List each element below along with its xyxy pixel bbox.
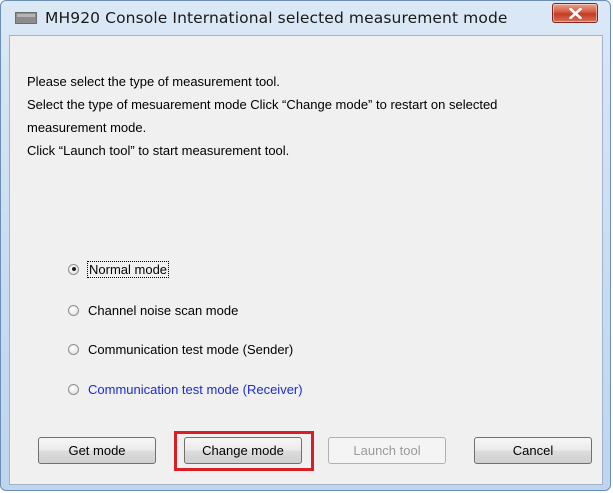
instruction-line-2: Select the type of mesuarement mode Clic… xyxy=(27,97,498,112)
title-bar[interactable]: MH920 Console International selected mea… xyxy=(1,1,610,35)
radio-button[interactable] xyxy=(68,383,79,395)
radio-label-channel-noise-scan-mode: Channel noise scan mode xyxy=(88,302,239,318)
cancel-button[interactable]: Cancel xyxy=(474,437,592,464)
dialog-window: MH920 Console International selected mea… xyxy=(0,0,611,491)
launch-tool-button[interactable]: Launch tool xyxy=(328,437,446,464)
instruction-line-4: Click “Launch tool” to start measurement… xyxy=(27,143,290,158)
instructions-text: Please select the type of measurement to… xyxy=(27,70,597,162)
get-mode-button[interactable]: Get mode xyxy=(38,437,156,464)
instruction-line-1: Please select the type of measurement to… xyxy=(27,74,280,89)
close-button[interactable] xyxy=(552,3,598,23)
change-mode-highlight xyxy=(174,431,314,471)
radio-label-communication-test-sender: Communication test mode (Sender) xyxy=(88,341,294,357)
radio-channel-noise-scan-mode[interactable]: Channel noise scan mode xyxy=(68,301,238,319)
radio-normal-mode[interactable]: Normal mode xyxy=(68,260,170,278)
instruction-line-3: measurement mode. xyxy=(27,120,147,135)
window-title: MH920 Console International selected mea… xyxy=(45,9,508,27)
radio-communication-test-receiver[interactable]: Communication test mode (Receiver) xyxy=(68,380,303,398)
radio-button[interactable] xyxy=(68,343,79,355)
radio-label-normal-mode: Normal mode xyxy=(86,260,170,278)
console-window-icon xyxy=(15,12,37,24)
radio-label-communication-test-receiver: Communication test mode (Receiver) xyxy=(88,381,303,397)
close-icon xyxy=(569,8,582,19)
radio-button[interactable] xyxy=(68,304,79,316)
radio-button-checked[interactable] xyxy=(68,263,79,275)
radio-communication-test-sender[interactable]: Communication test mode (Sender) xyxy=(68,340,293,358)
